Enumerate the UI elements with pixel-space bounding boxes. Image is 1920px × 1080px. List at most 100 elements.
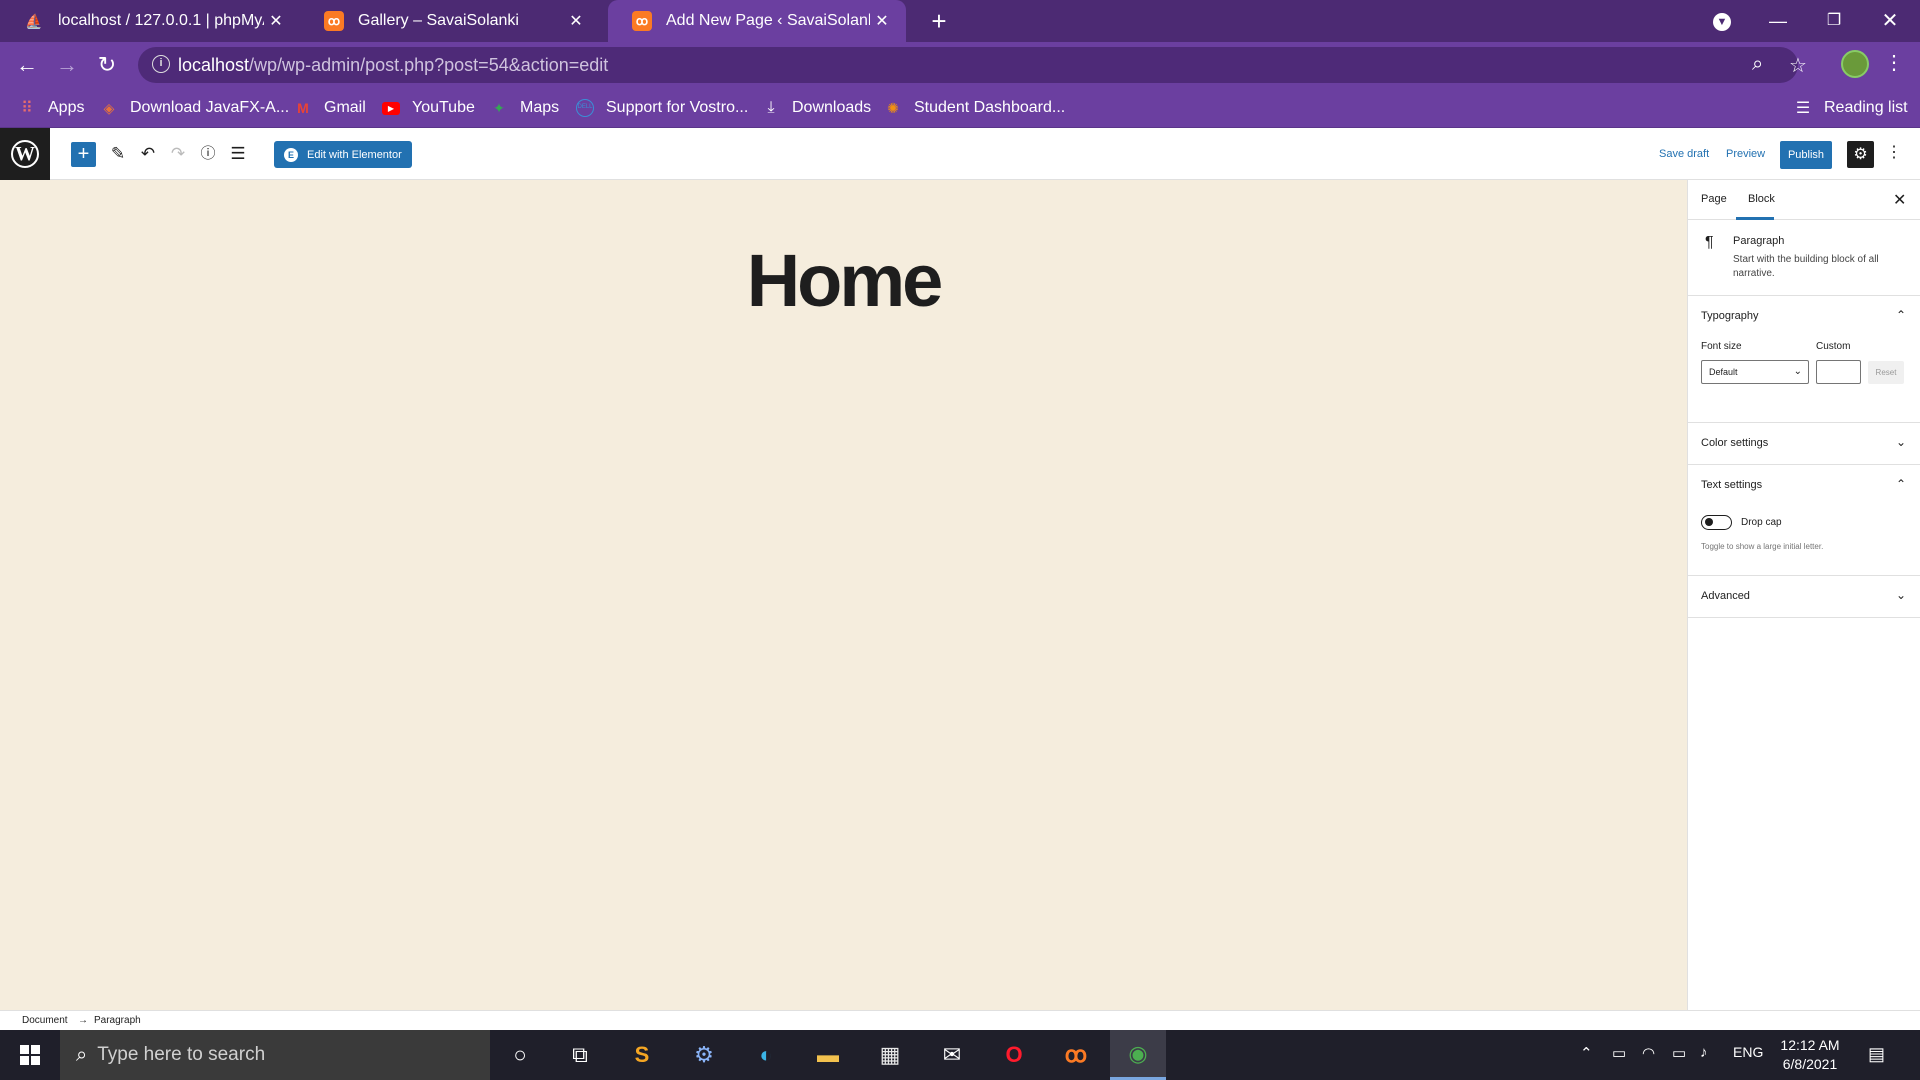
reload-icon[interactable]: ↻ (92, 50, 122, 80)
windows-start-icon[interactable] (0, 1030, 60, 1080)
panel-title[interactable]: Advanced (1701, 590, 1750, 602)
pencil-icon[interactable]: ✎ (106, 142, 130, 166)
store-icon[interactable]: ▦ (862, 1030, 918, 1080)
bookmark-star-icon[interactable]: ☆ (1789, 53, 1807, 78)
color-settings-panel[interactable]: Color settings ⌄ (1688, 423, 1920, 465)
info-icon[interactable]: ⓘ (196, 142, 220, 166)
wordpress-logo-icon[interactable]: W (0, 128, 50, 180)
gear-icon[interactable]: ⚙ (1847, 141, 1874, 168)
publish-button[interactable]: Publish (1780, 141, 1832, 169)
forward-icon[interactable]: → (52, 50, 82, 80)
xampp-icon[interactable]: ꝏ (1048, 1030, 1104, 1080)
editor-canvas[interactable]: Home (0, 180, 1687, 1010)
close-window-icon[interactable]: ✕ (1862, 0, 1918, 42)
url-text[interactable]: localhost/wp/wp-admin/post.php?post=54&a… (178, 55, 608, 76)
meet-now-icon[interactable]: ▭ (1612, 1044, 1626, 1062)
typography-panel: Typography ⌃ Font size Custom Default ⌄ … (1688, 296, 1920, 423)
panel-title[interactable]: Typography (1701, 310, 1758, 322)
chevron-up-icon[interactable]: ⌃ (1580, 1044, 1593, 1062)
minimize-icon[interactable]: — (1750, 0, 1806, 42)
bookmark-javafx[interactable]: ◈ Download JavaFX-A... (100, 96, 290, 120)
redo-icon[interactable]: ↷ (166, 142, 190, 166)
mail-icon[interactable]: ✉ (924, 1030, 980, 1080)
bookmarks-bar: ⠿ Apps ◈ Download JavaFX-A... M Gmail ▶ … (0, 88, 1920, 128)
font-size-label: Font size (1701, 341, 1742, 352)
close-icon[interactable]: ✕ (264, 11, 288, 31)
edge-icon[interactable]: ◐ (738, 1030, 794, 1080)
taskbar-search[interactable]: ⌕ Type here to search (60, 1030, 490, 1080)
page-title[interactable]: Home (0, 238, 1687, 323)
bookmark-downloads[interactable]: ⤓ Downloads (762, 96, 871, 120)
edit-with-elementor-button[interactable]: E Edit with Elementor (274, 141, 412, 168)
sublime-text-icon[interactable]: S (614, 1030, 670, 1080)
chevron-up-icon[interactable]: ⌃ (1896, 477, 1906, 491)
reading-list[interactable]: ☰ Reading list (1794, 96, 1908, 120)
chrome-icon[interactable]: ◉ (1110, 1030, 1166, 1080)
custom-font-size-input[interactable] (1816, 360, 1861, 384)
settings-app-icon[interactable]: ⚙ (676, 1030, 732, 1080)
tab-phpmyadmin[interactable]: ⛵ localhost / 127.0.0.1 | phpMyAdm ✕ (0, 0, 300, 42)
bookmark-maps[interactable]: ✦ Maps (490, 96, 559, 120)
battery-icon[interactable]: ▭ (1672, 1044, 1686, 1062)
clock[interactable]: 12:12 AM 6/8/2021 (1770, 1036, 1850, 1074)
profile-avatar[interactable] (1841, 50, 1869, 78)
tab-page[interactable]: Page (1701, 193, 1727, 205)
zoom-icon[interactable]: ⌕ (1752, 53, 1763, 76)
drop-cap-label: Drop cap (1741, 517, 1782, 528)
preview-button[interactable]: Preview (1726, 148, 1765, 160)
notifications-icon[interactable]: ▤ (1868, 1044, 1885, 1065)
wifi-icon[interactable]: ◠ (1642, 1044, 1655, 1062)
bookmark-apps[interactable]: ⠿ Apps (18, 96, 84, 120)
site-info-icon[interactable]: i (152, 55, 170, 73)
bookmark-gmail[interactable]: M Gmail (294, 96, 366, 120)
file-explorer-icon[interactable]: ▬ (800, 1030, 856, 1080)
restore-icon[interactable]: ❐ (1806, 0, 1862, 42)
save-draft-button[interactable]: Save draft (1659, 148, 1709, 160)
clock-date: 6/8/2021 (1782, 1056, 1838, 1072)
task-view-icon[interactable]: ⧉ (552, 1030, 608, 1080)
bookmark-youtube[interactable]: ▶ YouTube (382, 96, 475, 120)
undo-icon[interactable]: ↶ (136, 142, 160, 166)
chevron-up-icon[interactable]: ⌃ (1896, 308, 1906, 322)
language-indicator[interactable]: ENG (1733, 1044, 1763, 1060)
drop-cap-toggle[interactable] (1701, 515, 1732, 530)
address-bar[interactable]: i localhost/wp/wp-admin/post.php?post=54… (138, 47, 1807, 83)
more-options-icon[interactable]: ⋮ (1884, 142, 1904, 162)
sidebar-tabs: Page Block ✕ (1688, 180, 1920, 220)
opera-icon[interactable]: O (986, 1030, 1042, 1080)
block-card: ¶ Paragraph Start with the building bloc… (1688, 220, 1920, 296)
font-size-value: Default (1709, 367, 1738, 377)
tab-search-icon[interactable]: ▼ (1694, 0, 1750, 42)
font-size-select[interactable]: Default ⌄ (1701, 360, 1809, 384)
settings-sidebar: Page Block ✕ ¶ Paragraph Start with the … (1687, 180, 1920, 1010)
chevron-down-icon: ⌄ (1793, 366, 1802, 377)
bookmark-student-dashboard[interactable]: ✺ Student Dashboard... (884, 96, 1065, 120)
volume-icon[interactable]: ♪ (1700, 1044, 1708, 1061)
reset-button[interactable]: Reset (1868, 361, 1904, 384)
back-icon[interactable]: ← (12, 50, 42, 80)
chevron-down-icon[interactable]: ⌄ (1896, 588, 1906, 602)
tab-add-new-page[interactable]: ꝏ Add New Page ‹ SavaiSolanki — W ✕ (608, 0, 906, 42)
chevron-down-icon[interactable]: ⌄ (1896, 435, 1906, 449)
tab-block[interactable]: Block (1748, 193, 1775, 205)
bookmark-dell[interactable]: DELL Support for Vostro... (576, 96, 748, 120)
advanced-panel[interactable]: Advanced ⌄ (1688, 576, 1920, 618)
breadcrumb-document[interactable]: Document (22, 1015, 68, 1026)
close-icon[interactable]: ✕ (870, 11, 894, 31)
tab-title: Gallery – SavaiSolanki (358, 12, 519, 29)
tab-gallery[interactable]: ꝏ Gallery – SavaiSolanki ✕ (300, 0, 600, 42)
cortana-icon[interactable]: ○ (492, 1030, 548, 1080)
apps-grid-icon: ⠿ (21, 100, 33, 117)
clock-time: 12:12 AM (1780, 1037, 1840, 1053)
chrome-menu-icon[interactable]: ⋮ (1884, 50, 1904, 75)
block-inserter-button[interactable]: + (71, 142, 96, 167)
reading-list-icon: ☰ (1795, 100, 1811, 117)
close-icon[interactable]: ✕ (1893, 190, 1906, 210)
list-view-icon[interactable]: ☰ (226, 142, 250, 166)
editor-header: W + ✎ ↶ ↷ ⓘ ☰ E Edit with Elementor Save… (0, 128, 1920, 180)
new-tab-button[interactable]: + (922, 4, 956, 38)
bookmark-label: Apps (48, 99, 85, 116)
close-icon[interactable]: ✕ (564, 11, 588, 31)
breadcrumb-paragraph[interactable]: Paragraph (94, 1015, 141, 1026)
panel-title[interactable]: Color settings (1701, 437, 1768, 449)
